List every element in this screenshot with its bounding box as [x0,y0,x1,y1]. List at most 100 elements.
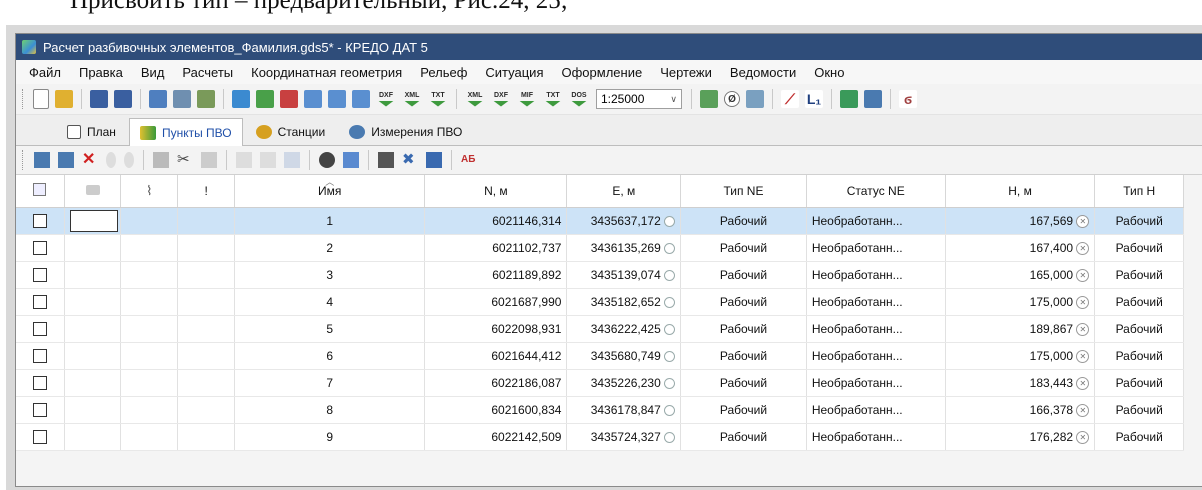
table-row[interactable]: 9 6022142,509 3435724,327 Рабочий Необработ… [16,423,1184,451]
comment-edit-field[interactable] [69,210,118,232]
type-ne-cell[interactable]: Рабочий [680,396,807,424]
row-checkbox-cell[interactable] [16,207,65,235]
comment-cell[interactable] [64,342,122,370]
column-name[interactable]: ︿ Имя [234,175,426,208]
row-checkbox-cell[interactable] [16,369,65,397]
type-ne-cell[interactable]: Рабочий [680,342,807,370]
type-h-cell[interactable]: Рабочий [1094,423,1184,451]
status-ne-cell[interactable]: Необработанн... [806,423,946,451]
copy-icon[interactable] [153,152,169,168]
name-cell[interactable]: 8 [234,396,426,424]
n-cell[interactable]: 6021102,737 [424,234,568,262]
comment-column[interactable] [64,175,122,208]
menu-statements[interactable]: Ведомости [721,65,805,80]
row-checkbox-cell[interactable] [16,315,65,343]
menu-edit[interactable]: Правка [70,65,132,80]
row-checkbox-cell[interactable] [16,423,65,451]
n-cell[interactable]: 6021644,412 [424,342,568,370]
select-all-column[interactable] [16,175,65,208]
row-checkbox[interactable] [32,295,47,310]
find-user-icon[interactable] [343,152,359,168]
row-checkbox[interactable] [32,241,47,256]
select-2-icon[interactable] [260,152,276,168]
type-ne-cell[interactable]: Рабочий [680,315,807,343]
binoculars-icon[interactable] [319,152,335,168]
attachment-column[interactable]: ⌇ [120,175,179,208]
type-h-cell[interactable]: Рабочий [1094,396,1184,424]
menu-calculations[interactable]: Расчеты [173,65,242,80]
attachment-cell[interactable] [120,342,179,370]
name-cell[interactable]: 6 [234,342,426,370]
row-checkbox[interactable] [32,430,47,445]
comment-cell[interactable] [64,315,122,343]
attachment-cell[interactable] [120,315,179,343]
table-row[interactable]: 6 6021644,412 3435680,749 Рабочий Необработ… [16,342,1184,370]
flag-cell[interactable] [177,369,236,397]
row-checkbox[interactable] [32,349,47,364]
attachment-cell[interactable] [120,396,179,424]
status-ne-cell[interactable]: Необработанн... [806,288,946,316]
row-checkbox-cell[interactable] [16,261,65,289]
type-ne-cell[interactable]: Рабочий [680,423,807,451]
e-cell[interactable]: 3436178,847 [566,396,682,424]
spellcheck-icon[interactable]: АБ [461,152,477,168]
import-icon[interactable] [149,90,167,108]
e-cell[interactable]: 3435182,652 [566,288,682,316]
comment-cell[interactable] [64,423,122,451]
row-checkbox[interactable] [32,268,47,283]
scale-dropdown[interactable]: 1:25000 ∨ [596,89,682,109]
n-cell[interactable]: 6021687,990 [424,288,568,316]
name-cell[interactable]: 2 [234,234,426,262]
attachment-cell[interactable] [120,207,179,235]
n-cell[interactable]: 6021189,892 [424,261,568,289]
flag-column[interactable]: ! [177,175,236,208]
status-ne-cell[interactable]: Необработанн... [806,369,946,397]
grid-import-2-icon[interactable] [328,90,346,108]
e-cell[interactable]: 3435680,749 [566,342,682,370]
flag-cell[interactable] [177,342,236,370]
h-cell[interactable]: 165,000 ✕ [945,261,1096,289]
import-points-icon[interactable] [232,90,250,108]
type-h-cell[interactable]: Рабочий [1094,261,1184,289]
survey-icon[interactable] [256,90,274,108]
tab-stations[interactable]: Станции [245,118,337,145]
table-view-icon[interactable] [426,152,442,168]
print-icon[interactable] [173,90,191,108]
comment-cell[interactable] [64,288,122,316]
row-checkbox[interactable] [32,322,47,337]
type-h-cell[interactable]: Рабочий [1094,315,1184,343]
circle-slash-icon[interactable]: Ø [724,91,740,107]
select-3-icon[interactable] [284,152,300,168]
tab-pvo-points[interactable]: Пункты ПВО [128,118,243,146]
profile-chart-icon[interactable] [840,90,858,108]
type-h-cell[interactable]: Рабочий [1094,288,1184,316]
menu-file[interactable]: Файл [20,65,70,80]
status-ne-cell[interactable]: Необработанн... [806,234,946,262]
polyline-icon[interactable]: ⟋ [781,90,799,108]
flag-cell[interactable] [177,234,236,262]
h-cell[interactable]: 167,400 ✕ [945,234,1096,262]
n-cell[interactable]: 6022186,087 [424,369,568,397]
insert-row-icon[interactable] [58,152,74,168]
column-type-ne[interactable]: Тип NE [680,175,807,208]
h-cell[interactable]: 175,000 ✕ [945,288,1096,316]
row-checkbox[interactable] [32,403,47,418]
flag-cell[interactable] [177,315,236,343]
attachment-cell[interactable] [120,369,179,397]
row-checkbox[interactable] [32,214,47,229]
flag-cell[interactable] [177,423,236,451]
calc-icon[interactable] [700,90,718,108]
level-icon[interactable] [280,90,298,108]
column-status-ne[interactable]: Статус NE [806,175,946,208]
menu-coordinate-geometry[interactable]: Координатная геометрия [242,65,411,80]
flag-cell[interactable] [177,207,236,235]
name-cell[interactable]: 9 [234,423,426,451]
comment-cell[interactable] [64,369,122,397]
status-ne-cell[interactable]: Необработанн... [806,396,946,424]
h-cell[interactable]: 176,282 ✕ [945,423,1096,451]
export-mif-button[interactable]: MIF [516,89,538,109]
h-cell[interactable]: 175,000 ✕ [945,342,1096,370]
column-e[interactable]: E, м [566,175,682,208]
l1-button[interactable]: L₁ [805,90,823,108]
type-h-cell[interactable]: Рабочий [1094,342,1184,370]
